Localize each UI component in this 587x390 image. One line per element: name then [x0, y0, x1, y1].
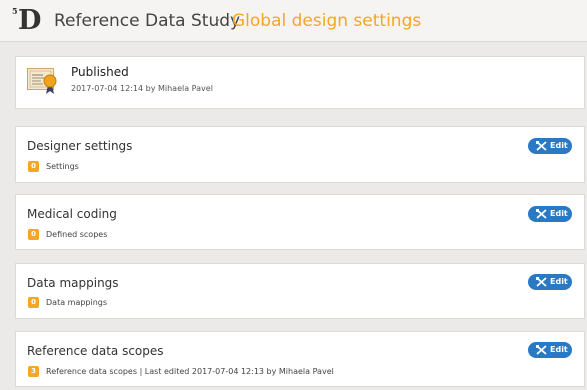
section-subtext: Settings — [46, 162, 79, 171]
medical-coding-card: Medical coding Edit 0 Defined scopes — [15, 194, 585, 250]
top-header: 5D Reference Data Study › Global design … — [0, 0, 587, 42]
section-title: Medical coding — [27, 207, 117, 221]
edit-label: Edit — [550, 277, 568, 286]
logo-letter: D — [18, 5, 42, 36]
count-badge: 0 — [28, 297, 39, 308]
edit-button[interactable]: Edit — [528, 274, 572, 290]
tools-icon — [536, 345, 547, 355]
section-title: Designer settings — [27, 139, 133, 153]
page-title: Global design settings — [232, 11, 422, 31]
edit-button[interactable]: Edit — [528, 138, 572, 154]
published-card: Published 2017-07-04 12:14 by Mihaela Pa… — [15, 56, 585, 109]
section-subtext: Data mappings — [46, 298, 108, 307]
edit-button[interactable]: Edit — [528, 206, 572, 222]
count-badge: 0 — [28, 161, 39, 172]
section-subtext: Defined scopes — [46, 230, 108, 239]
designer-settings-card: Designer settings Edit 0 Settings — [15, 126, 585, 183]
section-subtext: Reference data scopes | Last edited 2017… — [46, 367, 334, 376]
data-mappings-card: Data mappings Edit 0 Data mappings — [15, 263, 585, 319]
app-logo[interactable]: 5D — [12, 4, 42, 38]
published-meta: 2017-07-04 12:14 by Mihaela Pavel — [71, 84, 213, 93]
edit-label: Edit — [550, 345, 568, 354]
breadcrumb-study[interactable]: Reference Data Study — [54, 10, 240, 32]
edit-label: Edit — [550, 141, 568, 150]
section-title: Reference data scopes — [27, 344, 164, 358]
tools-icon — [536, 209, 547, 219]
section-title: Data mappings — [27, 276, 119, 290]
breadcrumb-separator-icon: › — [216, 15, 220, 26]
published-title: Published — [71, 65, 129, 79]
edit-button[interactable]: Edit — [528, 342, 572, 358]
tools-icon — [536, 141, 547, 151]
count-badge: 0 — [28, 229, 39, 240]
count-badge: 3 — [28, 366, 39, 377]
reference-data-scopes-card: Reference data scopes Edit 3 Reference d… — [15, 331, 585, 387]
certificate-icon — [27, 68, 57, 94]
tools-icon — [536, 277, 547, 287]
edit-label: Edit — [550, 209, 568, 218]
logo-superscript: 5 — [12, 6, 18, 16]
